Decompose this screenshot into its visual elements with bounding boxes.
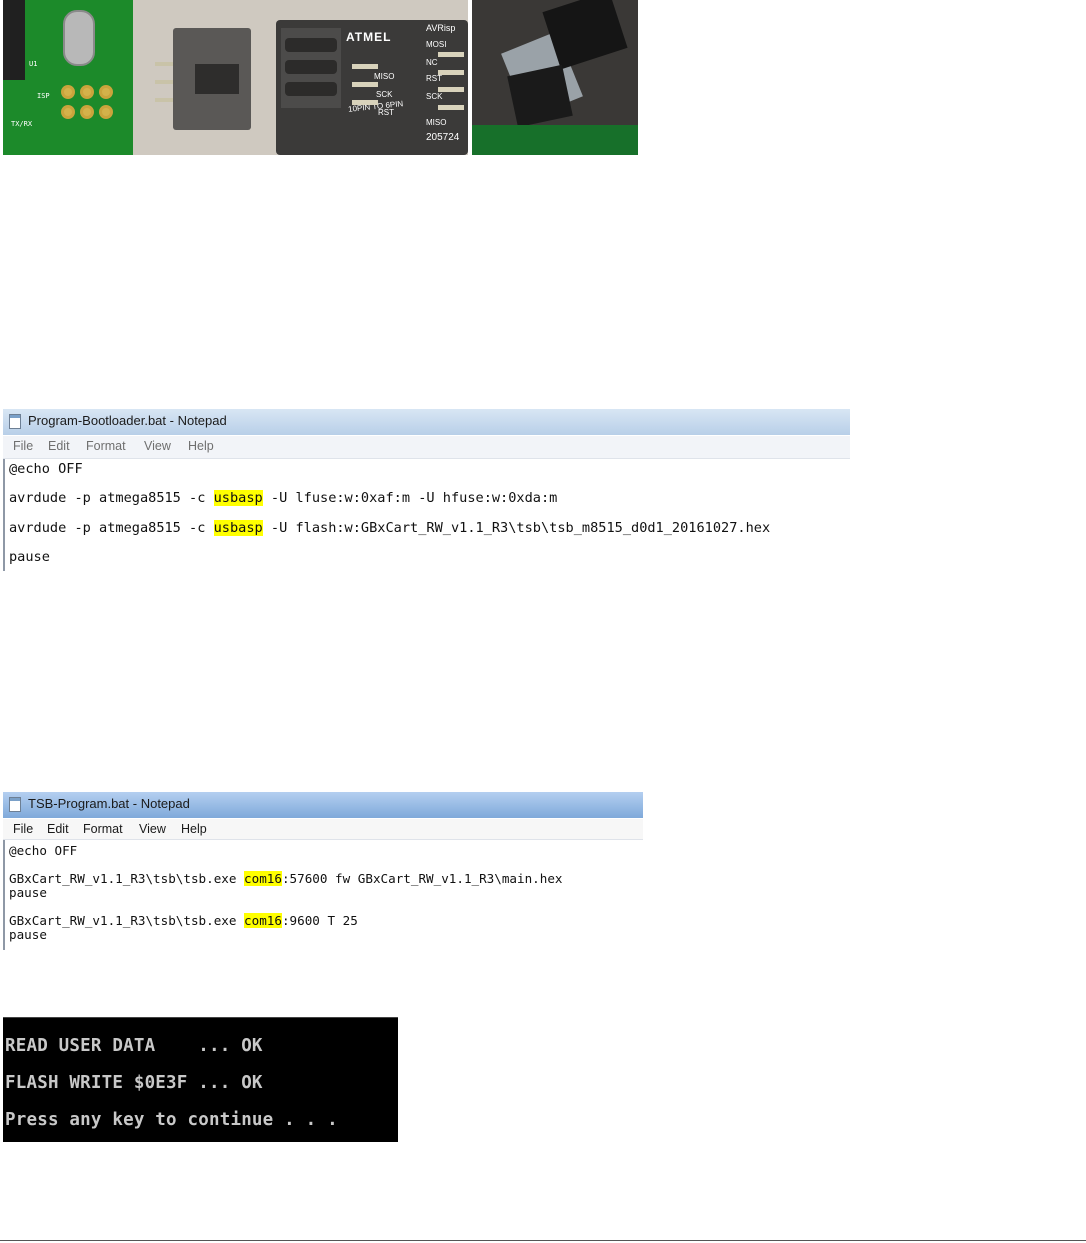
adapter-pin-label: SCK xyxy=(376,90,393,99)
highlighted-text: com16 xyxy=(244,913,282,928)
menu-edit[interactable]: Edit xyxy=(47,822,69,836)
adapter-pin xyxy=(352,82,378,87)
text-line: @echo OFF xyxy=(9,843,77,858)
menu-file[interactable]: File xyxy=(13,822,33,836)
adapter-pin xyxy=(352,64,378,69)
text-segment: pause xyxy=(9,549,50,565)
text-segment: GBxCart_RW_v1.1_R3\tsb\tsb.exe xyxy=(9,871,245,886)
crystal-oscillator xyxy=(63,10,95,66)
text-line: avrdude -p atmega8515 -c usbasp -U flash… xyxy=(9,520,770,536)
adapter-pin-label: NC xyxy=(426,58,438,67)
text-segment: avrdude -p atmega8515 -c xyxy=(9,490,214,506)
pcb-label-txrx: TX/RX xyxy=(11,120,33,128)
console-line: READ USER DATA ... OK xyxy=(5,1036,263,1056)
adapter-pin-label: MISO xyxy=(374,72,395,81)
console-window: READ USER DATA ... OK FLASH WRITE $0E3F … xyxy=(3,1017,398,1142)
menu-format[interactable]: Format xyxy=(86,439,126,453)
menu-edit[interactable]: Edit xyxy=(48,439,70,453)
text-segment: pause xyxy=(9,927,47,942)
pad xyxy=(80,85,94,99)
notepad-icon xyxy=(9,797,21,812)
text-editor-area[interactable]: @echo OFF avrdude -p atmega8515 -c usbas… xyxy=(3,459,850,571)
console-line: FLASH WRITE $0E3F ... OK xyxy=(5,1073,263,1093)
adapter-pin-label: AVRisp xyxy=(426,23,456,33)
notepad-icon xyxy=(9,414,21,429)
text-line: avrdude -p atmega8515 -c usbasp -U lfuse… xyxy=(9,490,557,506)
window-title: Program-Bootloader.bat - Notepad xyxy=(28,413,227,428)
adapter-part-number: 205724 xyxy=(426,132,460,143)
text-segment: GBxCart_RW_v1.1_R3\tsb\tsb.exe xyxy=(9,913,245,928)
adapter-pin xyxy=(438,52,464,57)
pcb-board-image xyxy=(472,125,638,155)
text-segment: :57600 fw GBxCart_RW_v1.1_R3\main.hex xyxy=(281,871,563,886)
adapter-pin xyxy=(438,70,464,75)
connector-plug xyxy=(507,64,573,128)
pad xyxy=(80,105,94,119)
text-segment: avrdude -p atmega8515 -c xyxy=(9,520,214,536)
adapter-pin xyxy=(438,105,464,110)
highlighted-text: usbasp xyxy=(213,490,263,506)
text-segment: :9600 T 25 xyxy=(281,913,358,928)
console-line: Press any key to continue . . . xyxy=(5,1110,338,1130)
text-line: pause xyxy=(9,927,47,942)
menu-view[interactable]: View xyxy=(144,439,171,453)
pcb-label-isp: ISP xyxy=(37,92,50,100)
title-bar[interactable]: Program-Bootloader.bat - Notepad xyxy=(3,409,850,435)
text-segment: -U lfuse:w:0xaf:m -U hfuse:w:0xda:m xyxy=(262,490,558,506)
text-line: @echo OFF xyxy=(9,461,83,477)
text-segment: pause xyxy=(9,885,47,900)
text-line: GBxCart_RW_v1.1_R3\tsb\tsb.exe com16:960… xyxy=(9,913,358,928)
pad xyxy=(99,105,113,119)
menu-help[interactable]: Help xyxy=(188,439,214,453)
pcb-board-image: U1 ISP TX/RX xyxy=(3,0,133,155)
text-segment: @echo OFF xyxy=(9,461,83,477)
text-line: pause xyxy=(9,549,50,565)
pad xyxy=(61,105,75,119)
menu-file[interactable]: File xyxy=(13,439,33,453)
text-segment: -U flash:w:GBxCart_RW_v1.1_R3\tsb\tsb_m8… xyxy=(262,520,771,536)
menu-help[interactable]: Help xyxy=(181,822,207,836)
adapter-pin-label: RST xyxy=(426,74,442,83)
text-segment: @echo OFF xyxy=(9,843,78,858)
pad xyxy=(61,85,75,99)
menu-bar: File Edit Format View Help xyxy=(3,436,850,459)
isp-header-pads xyxy=(61,85,115,123)
text-line: GBxCart_RW_v1.1_R3\tsb\tsb.exe com16:576… xyxy=(9,871,563,886)
adapter-pin-label: MISO xyxy=(426,118,447,127)
avrisp-adapter: ATMEL MISO SCK RST AVRisp MOSI NC RST SC… xyxy=(276,20,468,155)
notepad-window-program-bootloader: Program-Bootloader.bat - Notepad File Ed… xyxy=(3,409,850,571)
adapter-pin xyxy=(352,100,378,105)
window-title: TSB-Program.bat - Notepad xyxy=(28,796,190,811)
title-bar[interactable]: TSB-Program.bat - Notepad xyxy=(3,792,643,818)
adapter-pin-label: MOSI xyxy=(426,40,447,49)
adapter-pin-label: SCK xyxy=(426,92,443,101)
box-header-connector xyxy=(173,28,251,130)
pcb-chip xyxy=(3,0,25,80)
menu-view[interactable]: View xyxy=(139,822,166,836)
menu-bar: File Edit Format View Help xyxy=(3,819,643,840)
menu-format[interactable]: Format xyxy=(83,822,123,836)
page-divider xyxy=(0,1240,1086,1241)
notepad-window-tsb-program: TSB-Program.bat - Notepad File Edit Form… xyxy=(3,792,643,950)
hardware-photo-adapter: U1 ISP TX/RX ATMEL MISO SCK RST AVRisp M… xyxy=(3,0,468,155)
highlighted-text: com16 xyxy=(244,871,282,886)
adapter-brand: ATMEL xyxy=(346,30,392,44)
pcb-label-u1: U1 xyxy=(29,60,38,68)
highlighted-text: usbasp xyxy=(213,520,263,536)
hardware-photo-cable xyxy=(472,0,638,155)
pad xyxy=(99,85,113,99)
text-line: pause xyxy=(9,885,47,900)
adapter-pin xyxy=(438,87,464,92)
text-editor-area[interactable]: @echo OFF GBxCart_RW_v1.1_R3\tsb\tsb.exe… xyxy=(3,840,643,950)
